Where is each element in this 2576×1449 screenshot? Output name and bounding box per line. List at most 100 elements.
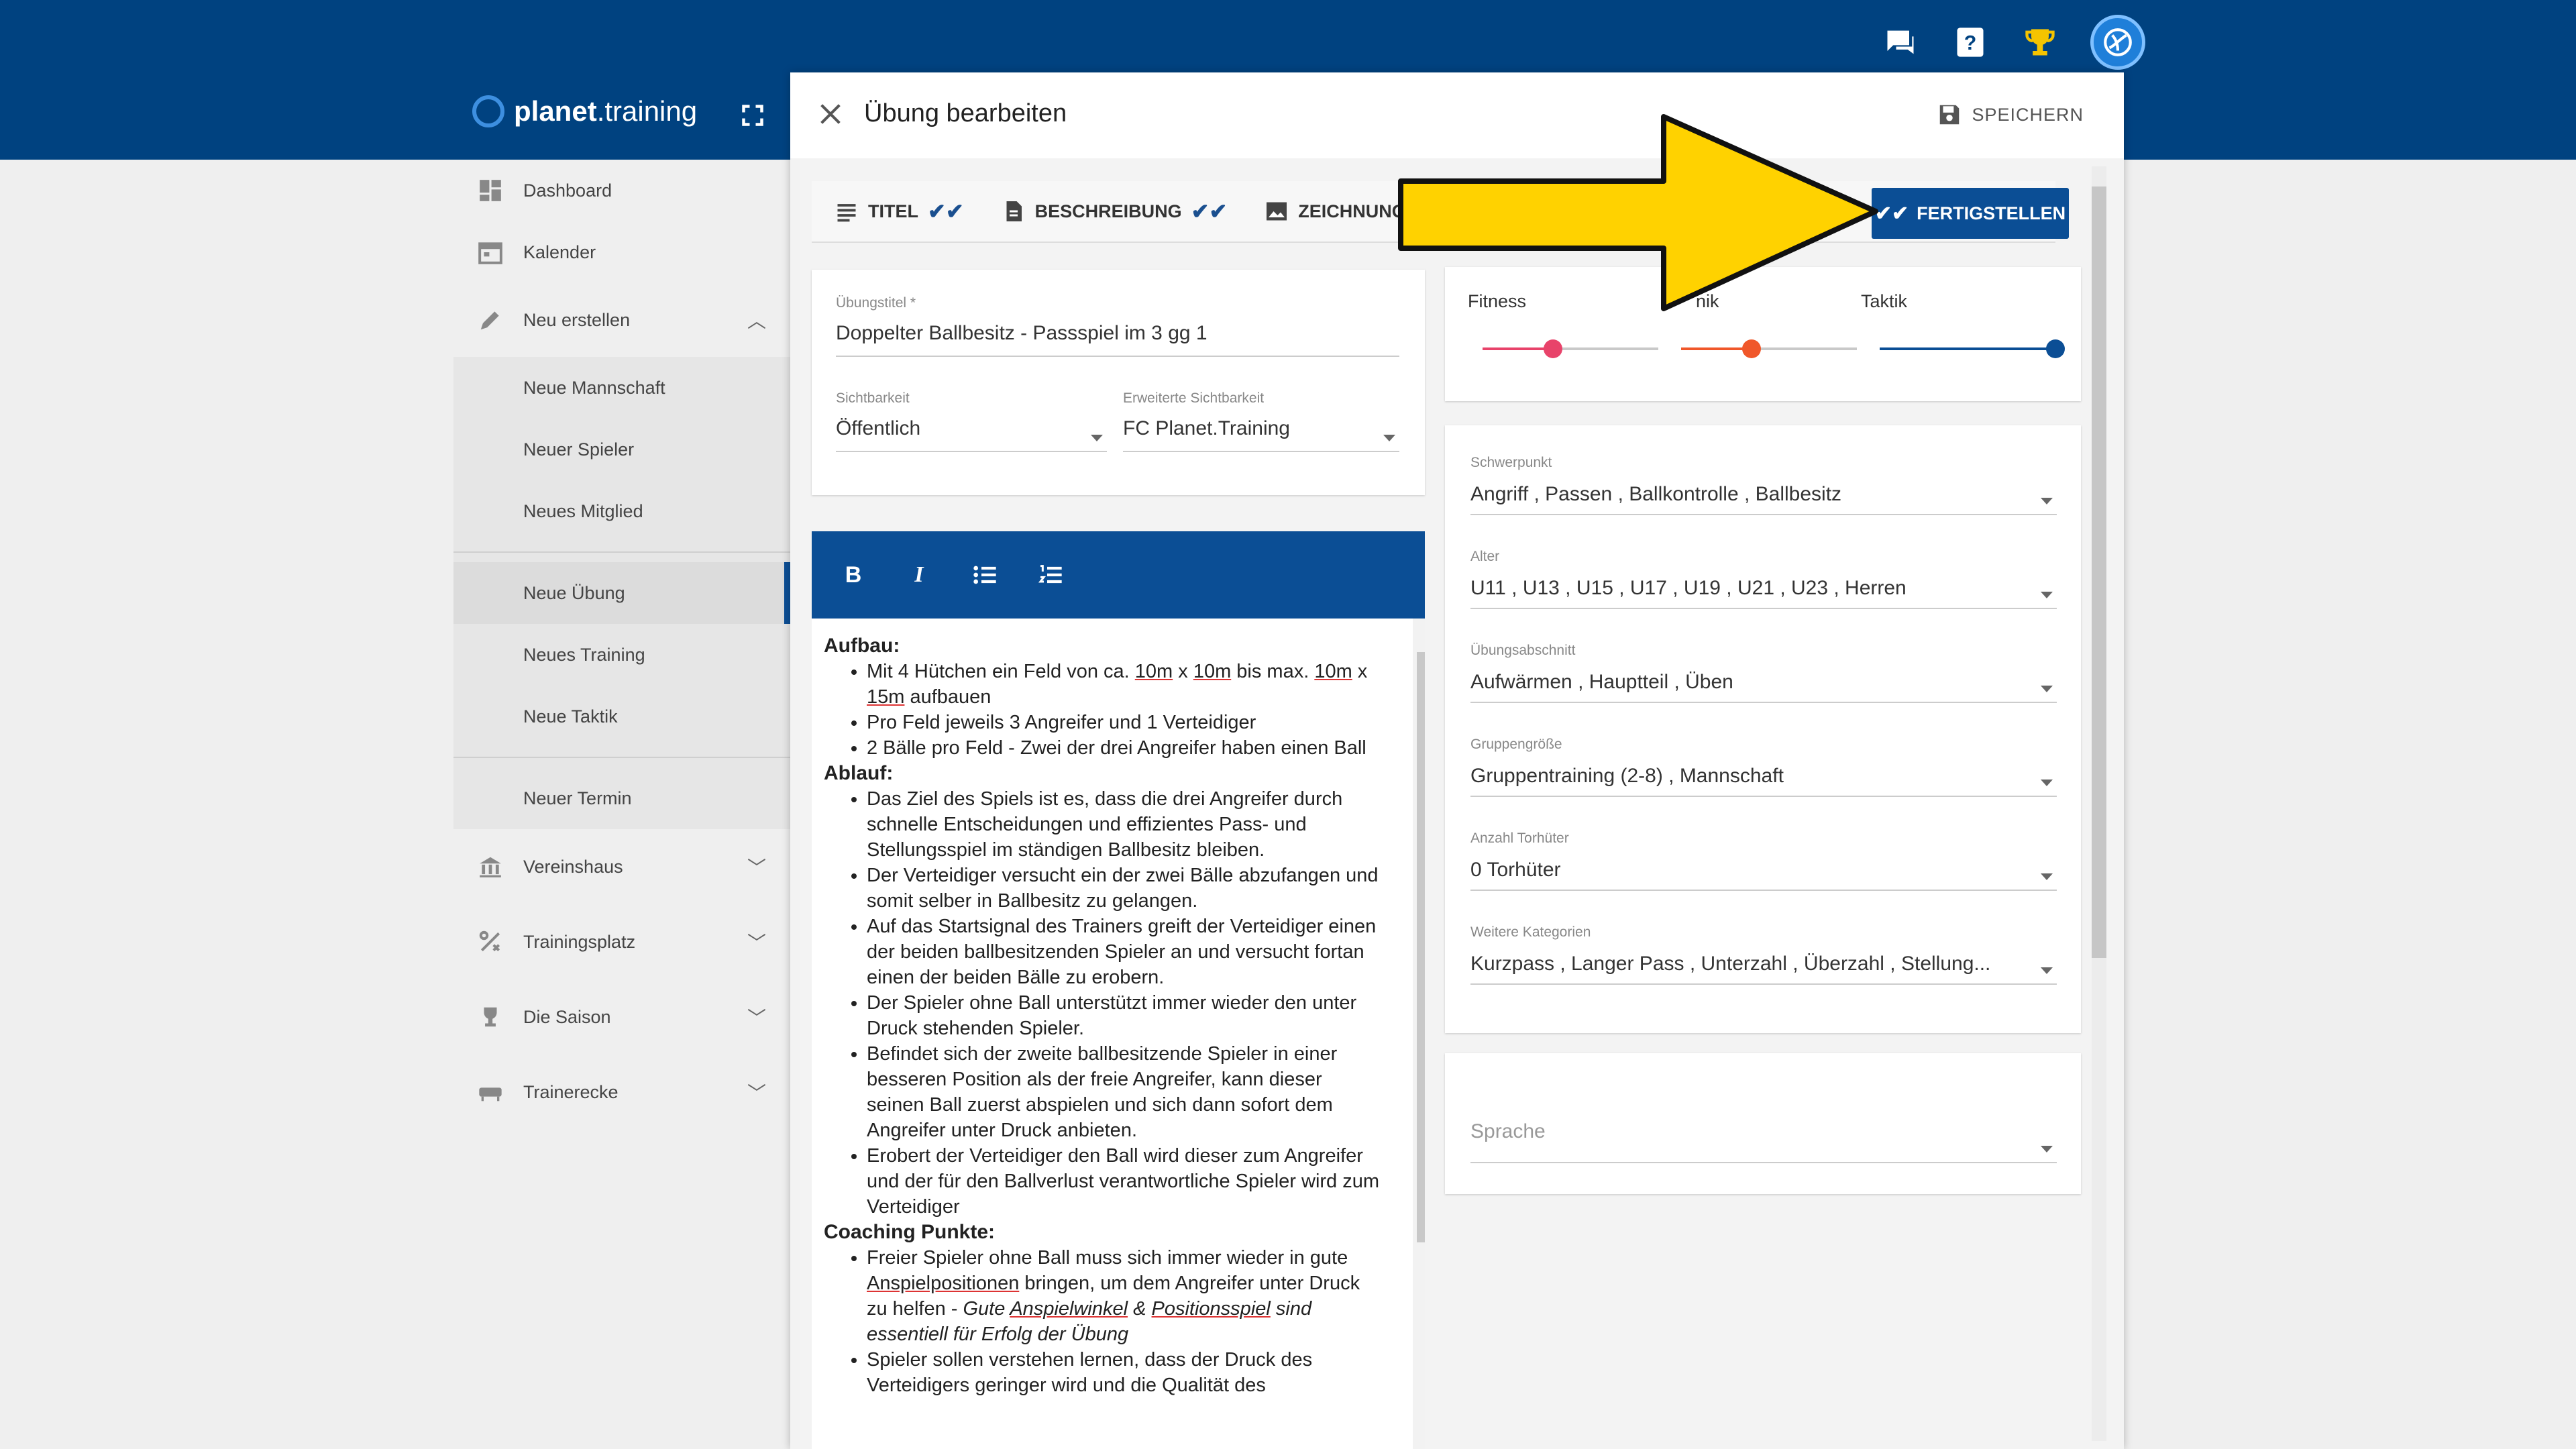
bench-icon xyxy=(476,1078,504,1106)
numbered-list-button[interactable] xyxy=(1036,560,1065,590)
tab-zeichnung[interactable]: ZEICHNUNG xyxy=(1265,199,1406,223)
field-label: Erweiterte Sichtbarkeit xyxy=(1123,390,1265,406)
list-item: Der Spieler ohne Ball unterstützt immer … xyxy=(867,990,1385,1041)
technik-slider[interactable] xyxy=(1681,339,1857,358)
pencil-icon xyxy=(476,306,504,334)
extended-visibility-select[interactable]: Erweiterte Sichtbarkeit FC Planet.Traini… xyxy=(1123,390,1399,452)
numbered-list-icon xyxy=(1038,565,1062,584)
weitere-kategorien-select[interactable]: Weitere Kategorien Kurzpass , Langer Pas… xyxy=(1470,924,2057,985)
save-label: SPEICHERN xyxy=(1972,104,2084,125)
dropdown-arrow-icon xyxy=(2041,686,2053,692)
sidebar-item-neu-erstellen[interactable]: Neu erstellen ︿ xyxy=(453,283,790,357)
description-editor[interactable]: Aufbau: Mit 4 Hütchen ein Feld von ca. 1… xyxy=(812,619,1425,1449)
uebungsabschnitt-select[interactable]: Übungsabschnitt Aufwärmen , Hauptteil , … xyxy=(1470,643,2057,703)
list-item: 2 Bälle pro Feld - Zwei der drei Angreif… xyxy=(867,735,1385,761)
dropdown-arrow-icon xyxy=(1383,435,1395,441)
field-value: U11 , U13 , U15 , U17 , U19 , U21 , U23 … xyxy=(1470,577,1907,599)
sidebar-item-kalender[interactable]: Kalender xyxy=(453,221,790,283)
sidebar-item-trainingsplatz[interactable]: Trainingsplatz ﹀ xyxy=(453,904,790,979)
sidebar-sub-neuer-termin[interactable]: Neuer Termin xyxy=(453,767,790,829)
slider-handle[interactable] xyxy=(1543,339,1562,358)
bullet-list-icon xyxy=(973,566,996,584)
tab-titel[interactable]: TITEL ✔✔ xyxy=(835,199,964,224)
sidebar-sub-neue-taktik[interactable]: Neue Taktik xyxy=(453,686,790,747)
slider-fill xyxy=(1880,347,2055,350)
close-icon[interactable] xyxy=(817,101,844,127)
sidebar-sub-neue-mannschaft[interactable]: Neue Mannschaft xyxy=(453,357,790,419)
editor-content: Aufbau: Mit 4 Hütchen ein Feld von ca. 1… xyxy=(824,633,1385,1398)
alter-select[interactable]: Alter U11 , U13 , U15 , U17 , U19 , U21 … xyxy=(1470,549,2057,609)
sidebar-sub-neues-mitglied[interactable]: Neues Mitglied xyxy=(453,480,790,542)
fullscreen-icon[interactable] xyxy=(741,103,765,127)
calendar-icon xyxy=(476,238,504,266)
section-heading: Ablauf: xyxy=(824,762,894,784)
finish-label: FERTIGSTELLEN xyxy=(1917,203,2066,223)
slider-fill xyxy=(1483,347,1553,350)
document-icon xyxy=(1006,201,1022,221)
chat-icon[interactable] xyxy=(1881,23,1920,62)
sidebar: Dashboard Kalender Neu erstellen ︿ Neue … xyxy=(453,160,790,1449)
taktik-slider[interactable] xyxy=(1880,339,2065,358)
list-item: Pro Feld jeweils 3 Angreifer und 1 Verte… xyxy=(867,710,1385,735)
scroll-thumb[interactable] xyxy=(2092,186,2106,958)
save-button[interactable]: SPEICHERN xyxy=(1937,102,2084,127)
sprache-select[interactable]: Sprache xyxy=(1470,1120,2057,1163)
field-value: Gruppentraining (2-8) , Mannschaft xyxy=(1470,765,1784,787)
slider-handle[interactable] xyxy=(2046,339,2065,358)
title-card: Übungstitel * Doppelter Ballbesitz - Pas… xyxy=(812,270,1425,495)
torhueter-select[interactable]: Anzahl Torhüter 0 Torhüter xyxy=(1470,830,2057,891)
dropdown-arrow-icon xyxy=(2041,967,2053,974)
scroll-thumb[interactable] xyxy=(1417,652,1425,1242)
schwerpunkt-select[interactable]: Schwerpunkt Angriff , Passen , Ballkontr… xyxy=(1470,455,2057,515)
editor-toolbar: B I xyxy=(812,531,1425,619)
finish-button[interactable]: ✔✔ FERTIGSTELLEN xyxy=(1872,188,2069,239)
sidebar-item-dashboard[interactable]: Dashboard xyxy=(453,160,790,221)
dialog-title: Übung bearbeiten xyxy=(864,99,1067,127)
dropdown-arrow-icon xyxy=(2041,592,2053,598)
list-item: Erobert der Verteidiger den Ball wird di… xyxy=(867,1143,1385,1220)
trophy-icon[interactable] xyxy=(2021,23,2059,62)
fitness-slider[interactable] xyxy=(1483,339,1658,358)
field-label: Weitere Kategorien xyxy=(1470,924,1591,940)
sidebar-sub-neues-training[interactable]: Neues Training xyxy=(453,624,790,686)
tab-beschreibung[interactable]: BESCHREIBUNG ✔✔ xyxy=(1002,199,1227,224)
help-icon[interactable]: ? xyxy=(1951,23,1990,62)
visibility-select[interactable]: Sichtbarkeit Öffentlich xyxy=(836,390,1107,452)
sidebar-sub-neuer-spieler[interactable]: Neuer Spieler xyxy=(453,419,790,480)
avatar[interactable] xyxy=(2090,15,2145,70)
editor-scrollbar[interactable] xyxy=(1413,619,1425,1449)
sidebar-item-label: Vereinshaus xyxy=(523,856,623,877)
divider xyxy=(453,551,790,553)
building-icon xyxy=(476,853,504,881)
sidebar-item-label: Trainingsplatz xyxy=(523,931,636,952)
list-item: Der Verteidiger versucht ein der zwei Bä… xyxy=(867,863,1385,914)
sidebar-sub-neue-uebung[interactable]: Neue Übung xyxy=(453,562,790,624)
sidebar-item-trainerecke[interactable]: Trainerecke ﹀ xyxy=(453,1055,790,1130)
top-icons: ? xyxy=(1881,15,2145,70)
slider-handle[interactable] xyxy=(1741,339,1761,358)
dialog-scrollbar[interactable] xyxy=(2092,166,2106,1441)
gruppengroesse-select[interactable]: Gruppengröße Gruppentraining (2-8) , Man… xyxy=(1470,737,2057,797)
bullet-list-button[interactable] xyxy=(970,560,1000,590)
dropdown-arrow-icon xyxy=(2041,873,2053,880)
sidebar-item-vereinshaus[interactable]: Vereinshaus ﹀ xyxy=(453,829,790,904)
tab-label: BESCHREIBUNG xyxy=(1034,201,1182,221)
field-value: 0 Torhüter xyxy=(1470,859,1561,881)
list-item: Freier Spieler ohne Ball muss sich immer… xyxy=(867,1245,1385,1347)
list-item: Auf das Startsignal des Trainers greift … xyxy=(867,914,1385,990)
italic-button[interactable]: I xyxy=(904,560,934,590)
tab-label: ZEICHNUNG xyxy=(1298,201,1406,221)
logo-icon xyxy=(472,95,504,127)
sidebar-item-label: Trainerecke xyxy=(523,1081,619,1102)
exercise-title-field[interactable]: Übungstitel * Doppelter Ballbesitz - Pas… xyxy=(836,295,1399,357)
section-heading: Aufbau: xyxy=(824,635,900,657)
list-item: Das Ziel des Spiels ist es, dass die dre… xyxy=(867,786,1385,863)
list-icon xyxy=(837,204,856,222)
sidebar-item-label: Neu erstellen xyxy=(523,309,631,330)
dropdown-arrow-icon xyxy=(2041,498,2053,504)
coaching-list: Freier Spieler ohne Ball muss sich immer… xyxy=(824,1245,1385,1398)
bold-button[interactable]: B xyxy=(839,560,868,590)
sidebar-item-die-saison[interactable]: Die Saison ﹀ xyxy=(453,979,790,1055)
app-logo[interactable]: planet.training xyxy=(472,95,697,127)
field-value: Kurzpass , Langer Pass , Unterzahl , Übe… xyxy=(1470,953,1991,975)
